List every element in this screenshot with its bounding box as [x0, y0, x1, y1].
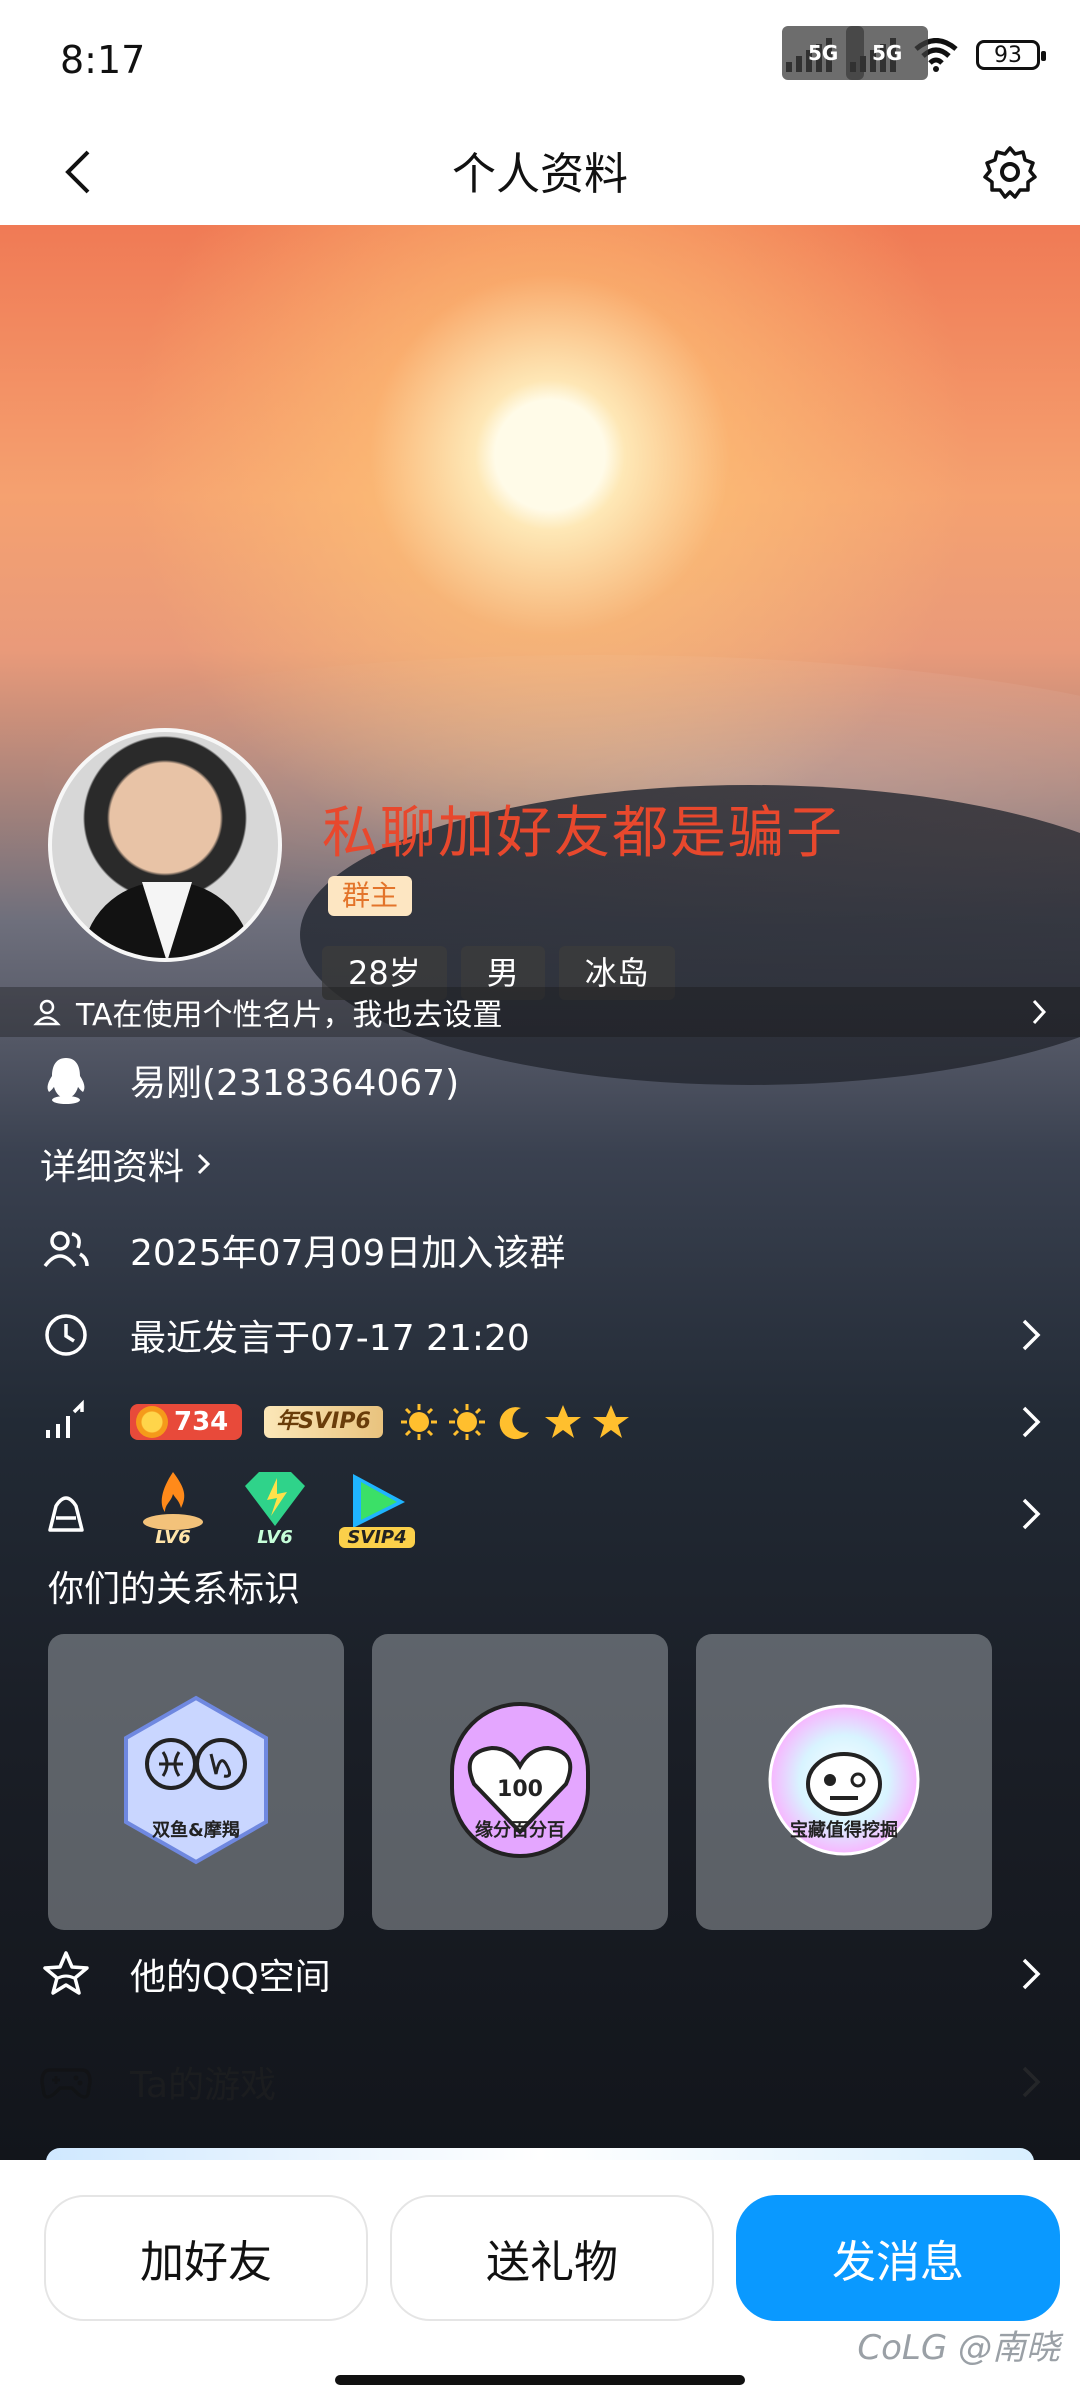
page-title: 个人资料 — [452, 149, 628, 200]
join-date-row: 2025年07月09日加入该群 — [0, 1220, 1080, 1280]
battery-level: 93 — [994, 42, 1022, 68]
card-hint-text: TA在使用个性名片，我也去设置 — [76, 998, 503, 1033]
battery-icon: 93 — [976, 40, 1046, 70]
games-label: Ta的游戏 — [130, 2065, 277, 2106]
coin-value: 734 — [174, 1407, 229, 1437]
play-icon — [353, 1474, 405, 1528]
relation-card-label: 缘分百分百 — [475, 1820, 565, 1841]
badge-label: SVIP4 — [339, 1527, 415, 1548]
relation-card-label: 宝藏值得挖掘 — [790, 1820, 898, 1841]
chevron-right-icon — [1032, 999, 1047, 1025]
chevron-right-icon — [1022, 2066, 1041, 2098]
gamepad-icon — [40, 2068, 92, 2099]
sun-icon — [448, 1404, 485, 1440]
signal-icon: 5G — [846, 26, 929, 80]
relation-section-title: 你们的关系标识 — [48, 1569, 301, 1610]
avatar[interactable] — [48, 728, 282, 962]
home-indicator[interactable] — [335, 2375, 745, 2385]
signal-icon: 5G — [782, 26, 865, 80]
relation-card-label: 双鱼&摩羯 — [152, 1820, 240, 1841]
qzone-row[interactable]: 他的QQ空间 — [0, 1944, 1080, 2004]
games-row[interactable]: Ta的游戏 — [0, 2052, 1080, 2112]
send-gift-button[interactable]: 送礼物 — [390, 2195, 714, 2321]
card-icon — [33, 999, 61, 1026]
qq-name-number: 易刚(2318364067) — [130, 1063, 460, 1104]
qq-number-row[interactable]: 易刚(2318364067) — [0, 1050, 1080, 1110]
clock-icon — [45, 1314, 87, 1356]
star-icon — [592, 1405, 629, 1438]
relation-card-match[interactable]: 100 缘分百分百 — [372, 1634, 668, 1930]
chevron-right-icon — [1022, 1958, 1041, 1990]
gear-icon[interactable] — [980, 142, 1040, 202]
chevron-right-icon — [1022, 1406, 1041, 1438]
badge-label: LV6 — [257, 1527, 293, 1548]
svg-text:100: 100 — [497, 1777, 543, 1802]
qzone-star-icon — [43, 1951, 89, 1995]
gem-icon — [245, 1472, 305, 1526]
chevron-right-icon — [197, 1153, 211, 1175]
chevron-right-icon — [1022, 1319, 1041, 1351]
group-members-icon — [43, 1231, 89, 1268]
coin-badge: 734 — [130, 1404, 243, 1440]
send-message-button[interactable]: 发消息 — [736, 2195, 1060, 2321]
detail-info-label: 详细资料 — [40, 1147, 185, 1188]
sun-icon — [400, 1404, 437, 1440]
role-badge: 群主 — [328, 876, 413, 916]
coin-icon — [136, 1406, 168, 1438]
status-bar: 8:17 5G 5G 93 — [0, 0, 1080, 120]
level-row[interactable]: 734 年SVIP6 — [0, 1392, 1080, 1452]
svip-badge: 年SVIP6 — [264, 1406, 383, 1438]
join-date: 2025年07月09日加入该群 — [130, 1233, 566, 1274]
add-friend-button[interactable]: 加好友 — [44, 2195, 368, 2321]
chevron-right-icon — [1022, 1498, 1041, 1530]
nickname: 私聊加好友都是骗子 — [322, 801, 844, 866]
qq-level-icons — [399, 1402, 631, 1442]
last-speak: 最近发言于07-17 21:20 — [130, 1318, 530, 1359]
level-up-icon — [46, 1399, 84, 1438]
card-hint-bar[interactable]: TA在使用个性名片，我也去设置 — [0, 987, 1080, 1037]
level-badges: 734 年SVIP6 — [130, 1402, 631, 1442]
watermark: CoLG @南晓 — [857, 2328, 1060, 2368]
action-bar: 加好友 送礼物 发消息 CoLG @南晓 — [0, 2160, 1080, 2403]
relation-cards: 双鱼&摩羯 100 缘分百分百 宝藏值得挖掘 — [48, 1634, 992, 1930]
star-icon — [544, 1405, 581, 1438]
privilege-badges: LV6 LV6 SVIP4 — [135, 1468, 415, 1550]
relation-card-treasure[interactable]: 宝藏值得挖掘 — [696, 1634, 992, 1930]
relation-card-zodiac[interactable]: 双鱼&摩羯 — [48, 1634, 344, 1930]
qq-penguin-icon — [47, 1058, 85, 1104]
network-type: 5G — [846, 26, 929, 80]
moon-icon — [499, 1407, 529, 1440]
bell-icon — [48, 1496, 84, 1532]
gem-level-badge: LV6 — [237, 1468, 313, 1550]
badge-label: LV6 — [155, 1527, 191, 1548]
qzone-label: 他的QQ空间 — [130, 1957, 331, 1998]
flame-level-badge: LV6 — [135, 1468, 211, 1550]
status-icons: 5G 5G 93 — [782, 26, 1046, 80]
video-vip-badge: SVIP4 — [339, 1468, 415, 1550]
flame-icon — [143, 1472, 203, 1530]
last-speak-row[interactable]: 最近发言于07-17 21:20 — [0, 1305, 1080, 1365]
detail-info-link[interactable]: 详细资料 — [40, 1138, 214, 1190]
nav-bar: 个人资料 — [0, 120, 1080, 225]
status-time: 8:17 — [60, 38, 146, 82]
